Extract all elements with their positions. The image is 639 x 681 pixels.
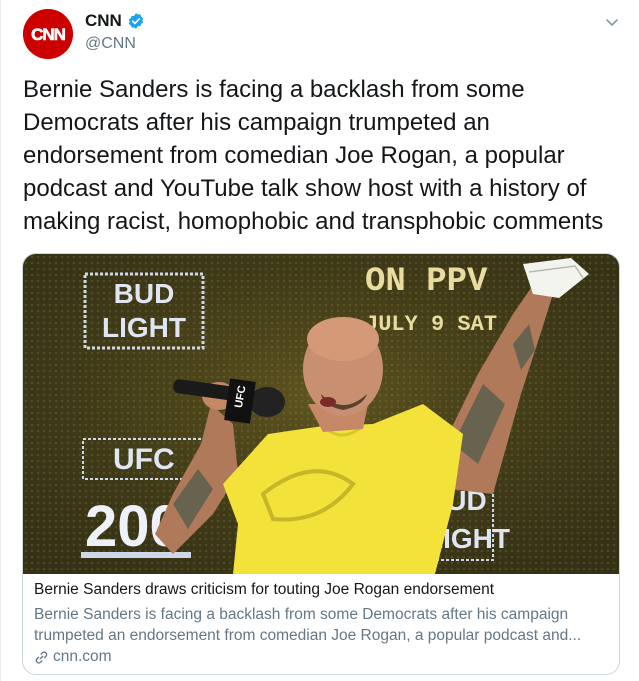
link-card[interactable]: BUD LIGHT ON PPV JULY 9 SAT UFC 200 BUD … [22,253,620,675]
card-description: Bernie Sanders is facing a backlash from… [34,606,582,644]
name-row: CNN [85,11,145,31]
sign-text-ufc: UFC [113,443,175,476]
chevron-down-icon[interactable] [604,14,620,30]
card-domain-text: cnn.com [53,648,112,665]
display-name[interactable]: CNN [85,11,122,31]
sign-text-date: JULY 9 SAT [365,312,497,337]
card-title[interactable]: Bernie Sanders draws criticism for touti… [34,581,494,599]
sign-text-on-ppv: ON PPV [365,263,488,301]
sign-text-light-left: LIGHT [102,312,186,343]
cnn-logo-text: CNN [31,25,66,44]
card-domain[interactable]: cnn.com [34,648,112,666]
tweet-card: CNN CNN @CNN Bernie Sanders is facing a … [0,0,639,681]
handle[interactable]: @CNN [85,35,136,53]
verified-badge-icon [127,12,145,30]
card-photo: BUD LIGHT ON PPV JULY 9 SAT UFC 200 BUD … [23,254,619,574]
cnn-logo: CNN [23,9,73,59]
card-image[interactable]: BUD LIGHT ON PPV JULY 9 SAT UFC 200 BUD … [23,254,619,574]
tweet-text: Bernie Sanders is facing a backlash from… [23,76,604,235]
sign-text-bud-left: BUD [114,278,175,309]
avatar[interactable]: CNN [23,9,73,59]
link-icon [34,650,49,665]
